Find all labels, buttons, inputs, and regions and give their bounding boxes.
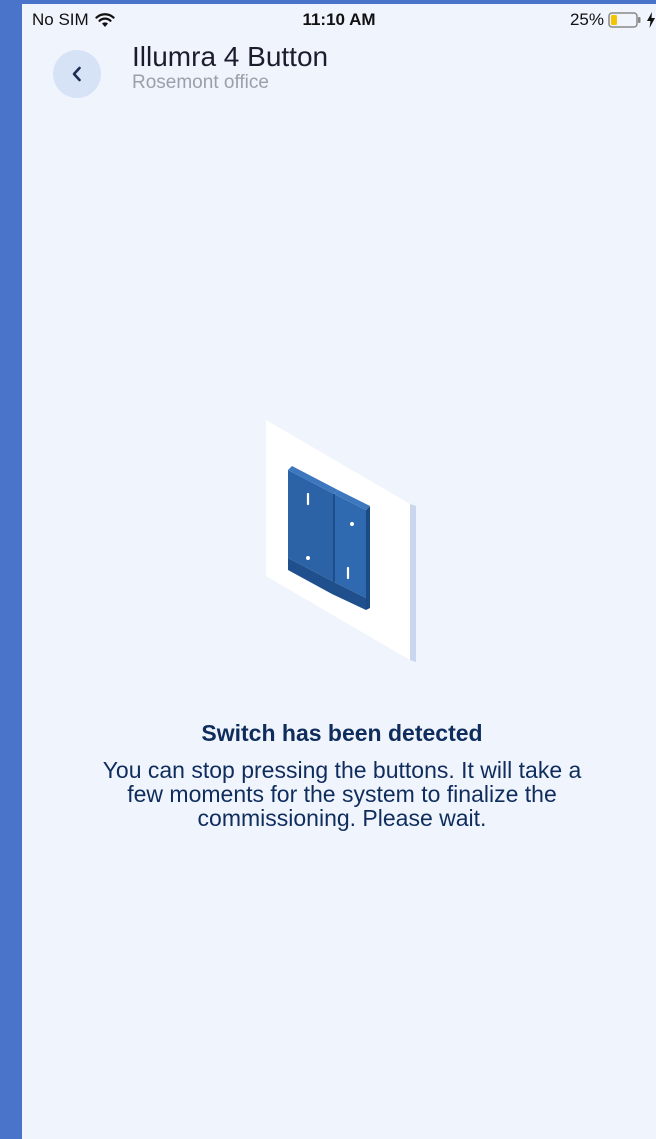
- battery-percent: 25%: [569, 10, 604, 29]
- status-bar: No SIM 11:10 AM 25%: [22, 4, 656, 34]
- back-button[interactable]: [53, 50, 101, 98]
- status-right: 25%: [570, 10, 656, 30]
- page-title: Illumra 4 Button: [132, 41, 329, 72]
- status-message: Switch has been detected You can stop pr…: [82, 718, 602, 830]
- app-screen: No SIM 11:10 AM 25% Illumra 4 Button Ros…: [22, 4, 656, 1139]
- message-body: You can stop pressing the buttons. It wi…: [102, 757, 582, 831]
- status-time: 11:10 AM: [302, 10, 376, 29]
- charging-bolt-icon: [646, 12, 656, 28]
- header: Illumra 4 Button Rosemont office: [22, 38, 656, 108]
- page-subtitle: Rosemont office: [132, 72, 269, 93]
- message-title: Switch has been detected: [201, 720, 483, 746]
- battery-fill: [611, 15, 617, 25]
- chevron-left-icon: [72, 66, 81, 82]
- frame-left: [0, 0, 22, 1139]
- battery-icon: [608, 12, 642, 28]
- wall-switch-icon: [262, 418, 422, 662]
